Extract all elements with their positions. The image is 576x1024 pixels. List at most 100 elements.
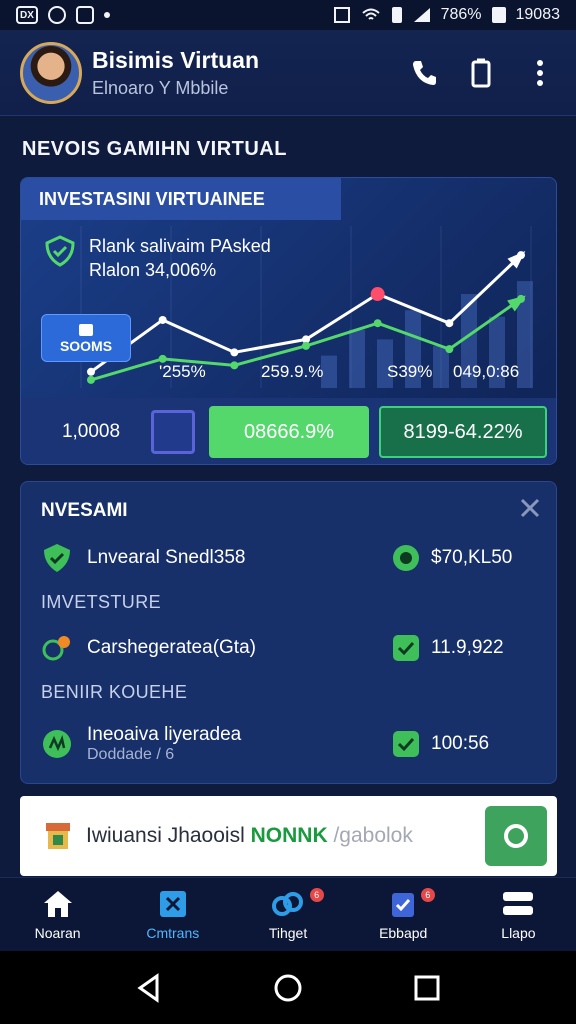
green-percent-button[interactable]: 08666.9% bbox=[209, 406, 369, 458]
section-title: NEVOIS GAMIHN VIRTUAL bbox=[22, 138, 287, 160]
bottom-nav: Noaran Cmtrans 6 Tihget 6 Ebbapd Llapo bbox=[0, 877, 576, 951]
small-badge-value: SOOMS bbox=[59, 338, 113, 354]
status-left: DX bbox=[16, 6, 110, 24]
sim-badge-icon: DX bbox=[16, 6, 38, 24]
data-point bbox=[373, 319, 382, 328]
nav-label: Ebbapd bbox=[379, 924, 428, 941]
rank-info: Rlank salivaim PAsked Rlalon 34,006% bbox=[43, 234, 271, 282]
signal-icon bbox=[413, 8, 430, 22]
list-item-subtitle: Doddade / 6 bbox=[87, 746, 175, 763]
link-icon bbox=[272, 891, 303, 916]
device-icon[interactable] bbox=[466, 57, 498, 89]
small-value-badge[interactable]: SOOMS bbox=[41, 314, 131, 362]
tick-label: 049,0:86 bbox=[453, 362, 520, 381]
wallet-outline-icon[interactable] bbox=[151, 410, 195, 454]
tick-label: S39% bbox=[387, 362, 433, 381]
nav-item-home[interactable]: Noaran bbox=[0, 878, 115, 951]
nav-label: Llapo bbox=[501, 924, 536, 941]
chart-bar bbox=[349, 329, 365, 388]
data-point bbox=[158, 315, 167, 324]
system-nav-bar bbox=[0, 951, 576, 1024]
nav-item-transactions[interactable]: Cmtrans bbox=[115, 878, 230, 951]
list-item-value: 100:56 bbox=[431, 733, 490, 754]
data-point bbox=[370, 287, 385, 302]
search-highlight: NONNK bbox=[250, 824, 328, 847]
search-bar[interactable]: Iwiuansi Jhaooisl NONNK /gabolok bbox=[20, 796, 557, 876]
header-actions bbox=[408, 57, 556, 89]
tag-icon bbox=[159, 890, 186, 917]
avatar[interactable] bbox=[20, 41, 82, 104]
record-icon bbox=[48, 6, 66, 24]
chart-card-header: INVESTASINI VIRTUAINEE bbox=[21, 178, 341, 220]
data-point bbox=[302, 341, 310, 350]
coin-icon bbox=[43, 730, 71, 758]
check-box-icon bbox=[393, 731, 419, 757]
footer-value: 1,0008 bbox=[61, 421, 121, 442]
header-text: Bisimis Virtuan Elnoaro Y Mbbile bbox=[92, 47, 408, 99]
investment-list-card: NVESAMI Lnvearal Snedl358 $70,KL50 IMVET… bbox=[20, 481, 557, 784]
nav-label: Tihget bbox=[268, 924, 308, 941]
data-point bbox=[230, 348, 239, 357]
gear-leaf-icon bbox=[42, 636, 70, 661]
home-icon bbox=[43, 890, 72, 917]
nav-label: Noaran bbox=[34, 924, 81, 941]
outline-percent-button[interactable]: 8199-64.22% bbox=[379, 406, 547, 458]
search-icon bbox=[504, 824, 528, 848]
search-prefix: Iwiuansi Jhaooisl bbox=[86, 824, 245, 847]
nav-item-target[interactable]: 6 Tihget bbox=[230, 878, 345, 951]
home-circle-icon[interactable] bbox=[273, 973, 303, 1003]
notification-badge: 6 bbox=[309, 888, 324, 902]
tick-label: '255% bbox=[159, 362, 206, 381]
status-bar: DX 786% 19083 bbox=[0, 0, 576, 30]
search-input[interactable]: Iwiuansi Jhaooisl NONNK /gabolok bbox=[86, 824, 485, 848]
list-item[interactable]: Ineoaiva liyeradea Doddade / 6 100:56 bbox=[41, 718, 541, 770]
sub-heading: BENIIR KOUEHE bbox=[41, 682, 188, 702]
data-point bbox=[445, 345, 454, 354]
close-icon[interactable] bbox=[518, 496, 542, 520]
back-icon[interactable] bbox=[135, 972, 163, 1003]
invest-card-title: NVESAMI bbox=[41, 500, 128, 521]
data-point bbox=[445, 319, 454, 328]
nfc-icon bbox=[333, 7, 350, 23]
chart-bar bbox=[321, 355, 337, 388]
list-item-value: $70,KL50 bbox=[431, 547, 513, 568]
wallet-icon bbox=[79, 324, 93, 336]
list-item[interactable]: Carshegeratea(Gta) 11.9,922 bbox=[41, 628, 541, 668]
investment-chart-card[interactable]: INVESTASINI VIRTUAINEE Rlank salivaim PA… bbox=[20, 177, 557, 465]
list-item[interactable]: Lnvearal Snedl358 $70,KL50 bbox=[41, 538, 541, 578]
phone-icon[interactable] bbox=[408, 57, 440, 89]
list-item-label: Lnvearal Snedl358 bbox=[87, 547, 246, 568]
clock: 19083 bbox=[515, 6, 561, 23]
data-point bbox=[87, 367, 95, 376]
notification-badge: 6 bbox=[420, 888, 435, 902]
app-header: Bisimis Virtuan Elnoaro Y Mbbile bbox=[0, 30, 576, 116]
shield-check-icon bbox=[44, 544, 70, 572]
list-item-label: Ineoaiva liyeradea Doddade / 6 bbox=[87, 724, 391, 764]
gallery-icon bbox=[76, 6, 94, 24]
rank-line-2: Rlalon 34,006% bbox=[89, 260, 217, 280]
tick-label: 259.9.% bbox=[261, 362, 324, 381]
data-point bbox=[87, 375, 95, 384]
data-point bbox=[230, 361, 239, 370]
more-vertical-icon[interactable] bbox=[524, 57, 556, 89]
shield-check-icon bbox=[45, 235, 75, 267]
sub-heading: IMVETSTURE bbox=[41, 592, 162, 612]
search-button[interactable] bbox=[485, 806, 547, 866]
gear-check-icon bbox=[393, 545, 419, 571]
nav-item-board[interactable]: 6 Ebbapd bbox=[346, 878, 461, 951]
menu-icon bbox=[503, 891, 534, 915]
header-title: Bisimis Virtuan bbox=[92, 46, 260, 73]
list-item-value: 11.9,922 bbox=[431, 637, 504, 658]
sim-icon bbox=[391, 7, 402, 23]
recents-icon[interactable] bbox=[413, 974, 441, 1002]
rank-line-1: Rlank salivaim PAsked bbox=[89, 236, 271, 256]
chart-bar bbox=[433, 345, 449, 388]
battery-icon bbox=[491, 7, 506, 23]
nav-item-menu[interactable]: Llapo bbox=[461, 878, 576, 951]
check-box-icon bbox=[393, 635, 419, 661]
dots-icon bbox=[104, 12, 110, 18]
list-item-label: Carshegeratea(Gta) bbox=[87, 637, 256, 658]
nav-label: Cmtrans bbox=[146, 924, 200, 941]
battery-percent: 786% bbox=[440, 6, 482, 23]
store-icon bbox=[46, 823, 70, 849]
